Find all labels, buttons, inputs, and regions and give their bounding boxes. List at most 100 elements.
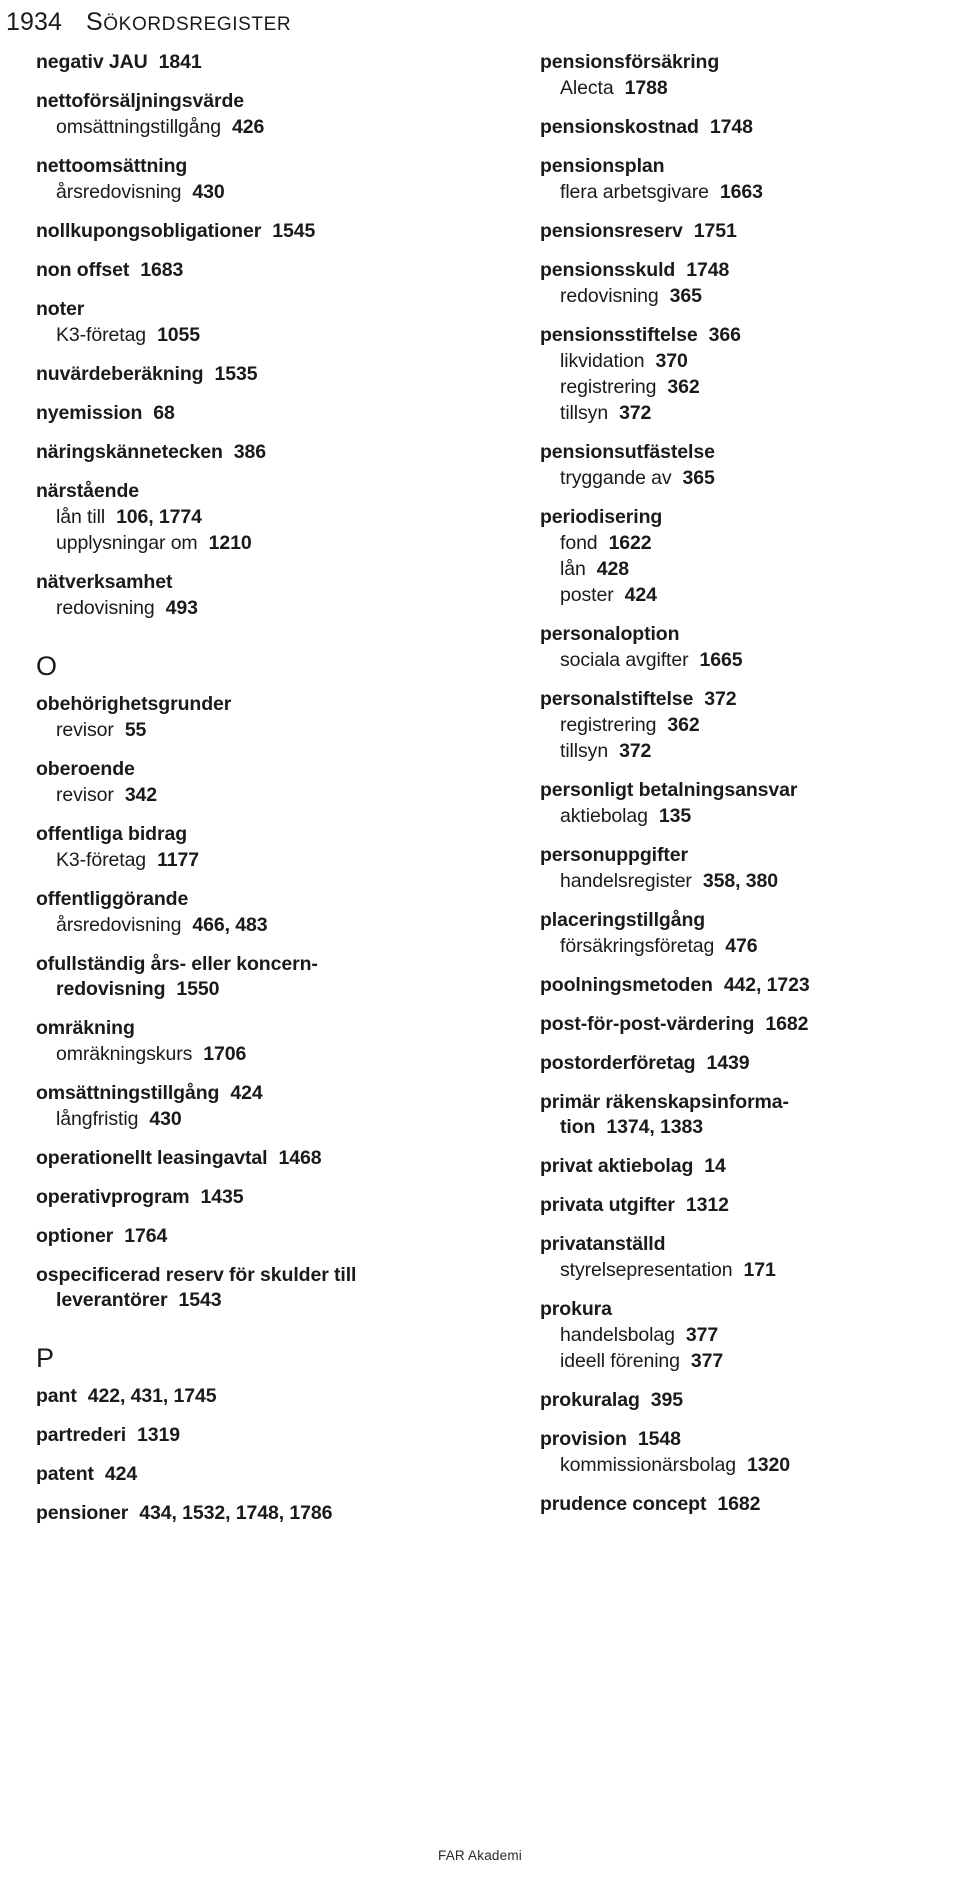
entry-term-text: pensionsreserv [540, 220, 683, 242]
entry-page-numbers: 14 [704, 1155, 726, 1177]
index-entry-term: pensionsplan [540, 154, 960, 179]
entry-page-numbers: 358, 380 [702, 870, 778, 892]
entry-page-numbers: 1748 [709, 116, 753, 138]
running-head-title: SÖKORDSREGISTER [86, 8, 291, 37]
entry-term-text: tion [560, 1116, 596, 1138]
index-subentry: flera arbetsgivare 1663 [540, 179, 960, 205]
letter-divider-o: O [36, 651, 58, 681]
index-subentry: likvidation 370 [540, 348, 960, 374]
index-entry-term: periodisering [540, 505, 960, 530]
index-entry: postorderföretag 1439 [540, 1051, 960, 1076]
entry-term-text: tillsyn [560, 402, 609, 424]
entry-term-text: pensionskostnad [540, 116, 699, 138]
index-subentry: ideell förening 377 [540, 1348, 960, 1374]
entry-term-text: pant [36, 1385, 77, 1407]
entry-page-numbers: 1210 [208, 532, 252, 554]
index-entry: personuppgifter handelsregister 358, 380 [540, 843, 960, 894]
index-entry-term: prudence concept 1682 [540, 1492, 960, 1517]
entry-term-text: pensionsförsäkring [540, 51, 720, 73]
entry-term-text: prokura [540, 1298, 612, 1320]
index-entry-term: omräkning [36, 1016, 456, 1041]
entry-term-text: obehörighetsgrunder [36, 693, 232, 715]
entry-term-text: primär räkenskapsinforma- [540, 1091, 789, 1113]
entry-term-text: lån till [56, 506, 106, 528]
entry-term-text: privatanställd [540, 1233, 666, 1255]
index-subentry: K3-företag 1055 [36, 322, 456, 348]
index-entry-term: offentliga bidrag [36, 822, 456, 847]
entry-term-text: årsredovisning [56, 914, 182, 936]
entry-page-numbers: 1468 [278, 1147, 322, 1169]
index-entry-term: postorderföretag 1439 [540, 1051, 960, 1076]
entry-term-text: K3-företag [56, 324, 147, 346]
entry-term-text: partrederi [36, 1424, 127, 1446]
index-entry: nollkupongsobligationer 1545 [36, 219, 456, 244]
index-entry: pensionsutfästelse tryggande av 365 [540, 440, 960, 491]
entry-term-text: non offset [36, 259, 130, 281]
entry-page-numbers: 1374, 1383 [606, 1116, 703, 1138]
entry-term-text: omräkningskurs [56, 1043, 193, 1065]
entry-term-text: redovisning [56, 597, 155, 619]
entry-page-numbers: 171 [743, 1259, 776, 1281]
index-entry-term: närstående [36, 479, 456, 504]
entry-term-text: negativ JAU [36, 51, 148, 73]
index-entry: operationellt leasingavtal 1468 [36, 1146, 456, 1171]
entry-term-text: handelsbolag [560, 1324, 675, 1346]
index-entry-term: personaloption [540, 622, 960, 647]
entry-term-text: ideell förening [560, 1350, 680, 1372]
entry-term-text: styrelsepresentation [560, 1259, 733, 1281]
index-subentry: årsredovisning 466, 483 [36, 912, 456, 938]
entry-page-numbers: 366 [708, 324, 741, 346]
index-subentry: handelsbolag 377 [540, 1322, 960, 1348]
entry-term-text: nuvärdeberäkning [36, 363, 204, 385]
index-entry-term: personuppgifter [540, 843, 960, 868]
entry-term-text: operativprogram [36, 1186, 190, 1208]
index-entry: post-för-post-värdering 1682 [540, 1012, 960, 1037]
index-entry-term: pensionsförsäkring [540, 50, 960, 75]
index-entry: poolningsmetoden 442, 1723 [540, 973, 960, 998]
index-columns: negativ JAU 1841 nettoförsäljningsvärde oms… [0, 50, 960, 1540]
entry-term-text: personalstiftelse [540, 688, 694, 710]
entry-page-numbers: 372 [619, 740, 652, 762]
index-subentry: redovisning 493 [36, 595, 456, 621]
index-subentry: styrelsepresentation 171 [540, 1257, 960, 1283]
entry-page-numbers: 1748 [686, 259, 730, 281]
index-entry-term: negativ JAU 1841 [36, 50, 456, 75]
index-entry-term: post-för-post-värdering 1682 [540, 1012, 960, 1037]
index-subentry: revisor 55 [36, 717, 456, 743]
index-subentry: försäkringsföretag 476 [540, 933, 960, 959]
entry-term-text: nyemission [36, 402, 143, 424]
entry-page-numbers: 365 [669, 285, 702, 307]
entry-page-numbers: 68 [153, 402, 175, 424]
entry-page-numbers: 342 [124, 784, 158, 806]
entry-term-text: registrering [560, 714, 657, 736]
index-entry: operativprogram 1435 [36, 1185, 456, 1210]
index-entry-term: placeringstillgång [540, 908, 960, 933]
entry-term-text: ofullständig års- eller koncern- [36, 953, 318, 975]
index-entry-term: obehörighetsgrunder [36, 692, 456, 717]
entry-term-text: flera arbetsgivare [560, 181, 709, 203]
index-entry-term: privata utgifter 1312 [540, 1193, 960, 1218]
entry-page-numbers: 1548 [637, 1428, 681, 1450]
entry-page-numbers: 370 [655, 350, 688, 372]
index-subentry: sociala avgifter 1665 [540, 647, 960, 673]
entry-page-numbers: 428 [596, 558, 629, 580]
index-entry: privatanställd styrelsepresentation 171 [540, 1232, 960, 1283]
index-subentry: kommissionärsbolag 1320 [540, 1452, 960, 1478]
entry-page-numbers: 1764 [124, 1225, 168, 1247]
index-entry: non offset 1683 [36, 258, 456, 283]
entry-term-text: poolningsmetoden [540, 974, 713, 996]
index-entry: provision 1548 kommissionärsbolag 1320 [540, 1427, 960, 1478]
index-entry: optioner 1764 [36, 1224, 456, 1249]
entry-page-numbers: 377 [685, 1324, 719, 1346]
index-entry-term: pensioner 434, 1532, 1748, 1786 [36, 1501, 456, 1526]
index-entry-term: noter [36, 297, 456, 322]
entry-page-numbers: 55 [124, 719, 147, 741]
index-entry: negativ JAU 1841 [36, 50, 456, 75]
index-subentry: K3-företag 1177 [36, 847, 456, 873]
entry-term-text: personaloption [540, 623, 680, 645]
index-subentry: omsättningstillgång 426 [36, 114, 456, 140]
entry-page-numbers: 424 [230, 1082, 263, 1104]
entry-term-text: offentliggörande [36, 888, 189, 910]
index-entry-term: pensionsutfästelse [540, 440, 960, 465]
entry-term-text: aktiebolag [560, 805, 648, 827]
